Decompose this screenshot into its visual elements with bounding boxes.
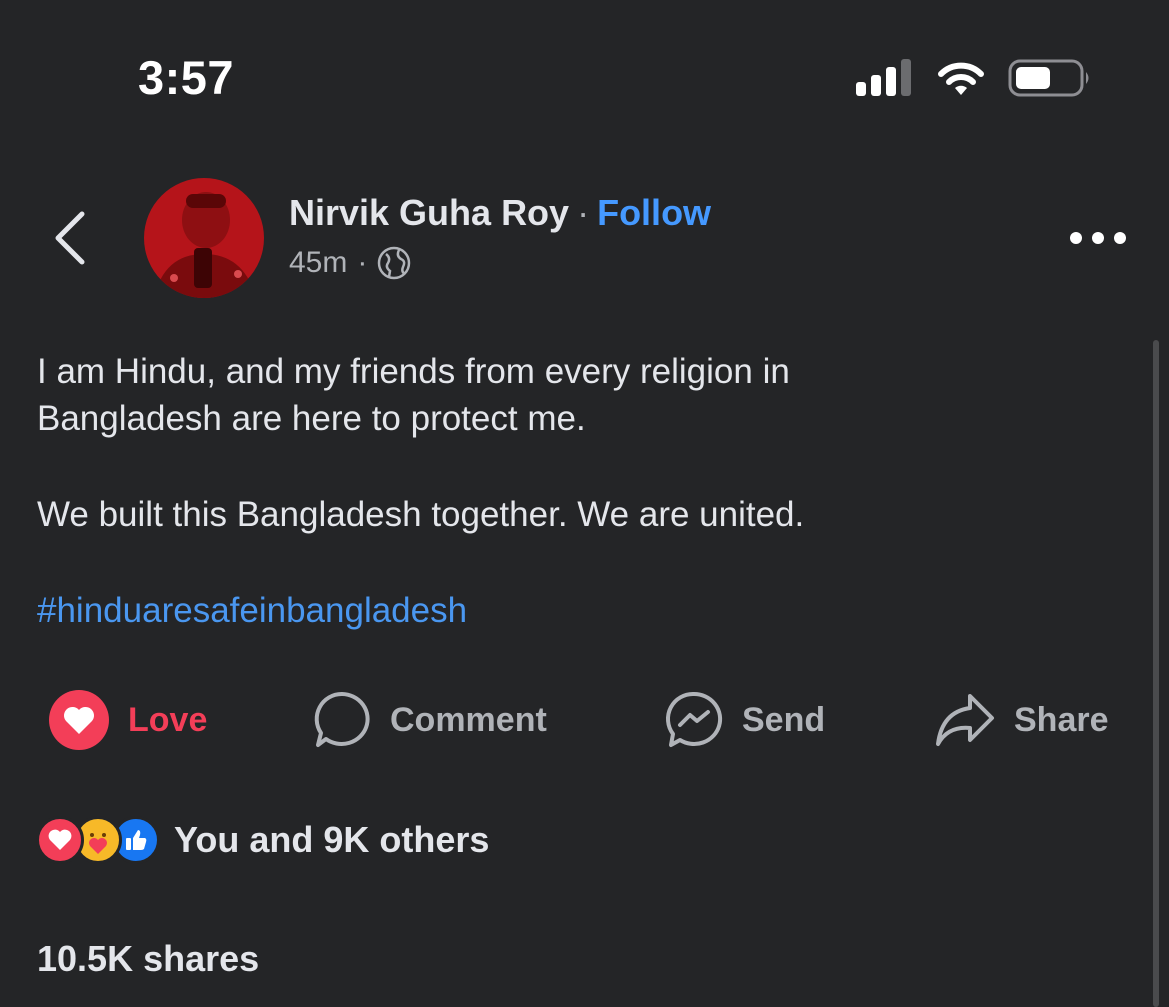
- scrollbar[interactable]: [1153, 340, 1159, 1007]
- shares-count[interactable]: 10.5K shares: [37, 938, 259, 980]
- comment-icon: [314, 691, 370, 747]
- post-body: I am Hindu, and my friends from every re…: [37, 348, 1037, 634]
- reactions-summary-text: You and 9K others: [174, 819, 490, 860]
- follow-button[interactable]: Follow: [597, 192, 711, 233]
- name-separator: ·: [577, 192, 590, 233]
- back-button[interactable]: [50, 208, 90, 268]
- status-time: 3:57: [138, 51, 235, 104]
- send-button[interactable]: Send: [664, 690, 825, 750]
- cellular-signal-icon: [856, 59, 911, 96]
- meta-separator: ·: [357, 246, 368, 279]
- wifi-icon: [938, 62, 984, 95]
- globe-icon: [378, 246, 411, 280]
- comment-button[interactable]: Comment: [312, 690, 547, 750]
- send-label: Send: [742, 700, 826, 739]
- messenger-icon: [665, 691, 723, 747]
- avatar-image: [144, 178, 264, 298]
- love-button[interactable]: Love: [48, 690, 207, 750]
- heart-icon: [36, 816, 84, 864]
- love-label: Love: [128, 700, 208, 739]
- post-paragraph: We built this Bangladesh together. We ar…: [37, 495, 805, 534]
- share-button[interactable]: Share: [934, 690, 1109, 750]
- avatar[interactable]: [144, 178, 264, 298]
- post-timestamp[interactable]: 45m: [289, 246, 347, 280]
- post-meta: 45m ·: [289, 246, 411, 280]
- heart-reaction-icon: [49, 690, 109, 750]
- more-options-button[interactable]: [1066, 228, 1130, 248]
- battery-icon: [1008, 59, 1089, 97]
- reactions-summary[interactable]: You and 9K others: [36, 815, 489, 865]
- hashtag-link[interactable]: #hinduaresafeinbangladesh: [37, 587, 1037, 634]
- share-arrow-icon: [936, 694, 994, 746]
- post-paragraph: I am Hindu, and my friends from every re…: [37, 352, 790, 438]
- author-name[interactable]: Nirvik Guha Roy: [289, 192, 569, 233]
- comment-label: Comment: [390, 700, 547, 739]
- share-label: Share: [1014, 700, 1109, 739]
- author-line: Nirvik Guha Roy · Follow: [289, 192, 711, 234]
